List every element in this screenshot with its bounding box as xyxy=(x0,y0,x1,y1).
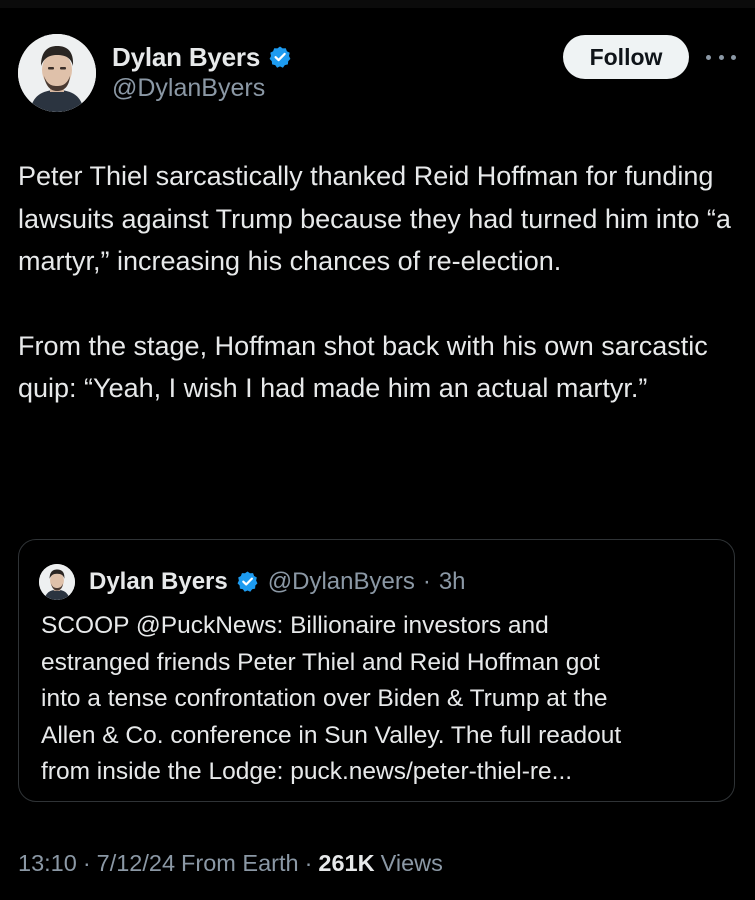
more-horizontal-icon[interactable] xyxy=(706,49,736,65)
separator-dot: · xyxy=(422,568,431,595)
quoted-post-card[interactable]: Dylan Byers @DylanByers · 3h SCOOP @PuckNe… xyxy=(18,539,735,802)
post-source: From Earth xyxy=(181,849,299,876)
more-dot xyxy=(706,54,711,60)
verified-badge-icon[interactable] xyxy=(268,45,292,69)
views-label: Views xyxy=(380,849,443,876)
quote-line: SCOOP @PuckNews: Billionaire investors a… xyxy=(41,612,549,639)
more-dot xyxy=(718,54,724,60)
author-name-row: Dylan Byers xyxy=(112,40,292,74)
quote-line: into a tense confrontation over Biden & … xyxy=(41,685,608,712)
post-meta-row: 13:10 · 7/12/24 From Earth · 261K Views xyxy=(18,846,443,880)
quote-line: from inside the Lodge: puck.news/peter-t… xyxy=(41,758,573,785)
quote-timestamp[interactable]: 3h xyxy=(439,568,466,596)
verified-badge-icon xyxy=(236,570,260,594)
post-time[interactable]: 13:10 xyxy=(18,850,77,877)
quote-author-avatar[interactable] xyxy=(39,564,75,600)
quote-author-handle[interactable]: @DylanByers xyxy=(268,568,415,596)
post-date[interactable]: 7/12/24 xyxy=(97,850,175,877)
quote-text: SCOOP @PuckNews: Billionaire investors a… xyxy=(41,608,731,791)
top-divider xyxy=(0,0,755,8)
author-handle[interactable]: @DylanByers xyxy=(112,74,265,103)
post-paragraph: Peter Thiel sarcastically thanked Reid H… xyxy=(18,161,731,276)
post-paragraph: From the stage, Hoffman shot back with h… xyxy=(18,330,708,404)
more-dot xyxy=(731,54,736,60)
quote-header: Dylan Byers @DylanByers · 3h xyxy=(89,565,466,599)
views-count[interactable]: 261K xyxy=(318,850,374,877)
quote-author-name[interactable]: Dylan Byers xyxy=(89,568,228,596)
avatar-portrait-icon xyxy=(18,34,96,112)
separator-dot: · xyxy=(304,849,313,876)
author-name[interactable]: Dylan Byers xyxy=(112,42,260,73)
follow-button[interactable]: Follow xyxy=(563,35,689,79)
avatar-portrait-icon xyxy=(39,564,75,600)
post-text: Peter Thiel sarcastically thanked Reid H… xyxy=(18,155,738,410)
quote-line: estranged friends Peter Thiel and Reid H… xyxy=(41,648,600,676)
author-avatar[interactable] xyxy=(18,34,96,112)
quote-line: Allen & Co. conference in Sun Valley. Th… xyxy=(41,721,622,749)
separator-dot: · xyxy=(82,849,91,876)
